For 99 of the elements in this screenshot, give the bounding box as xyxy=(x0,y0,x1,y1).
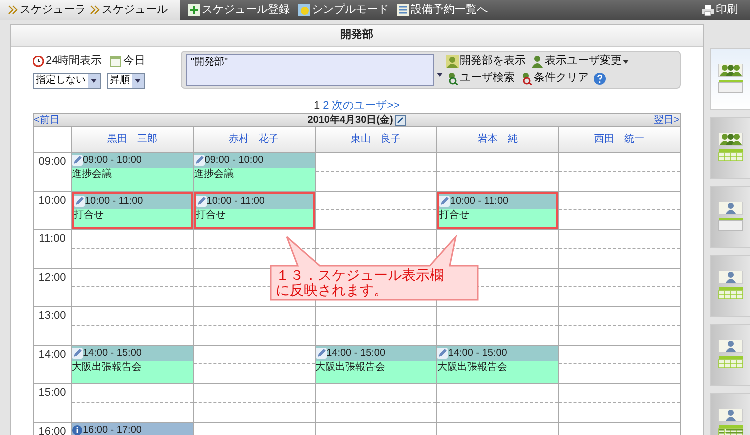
user-group-icon xyxy=(446,55,459,68)
user-clear-icon xyxy=(520,72,533,85)
filter-action-button[interactable]: 条件クリア xyxy=(534,70,589,87)
hour-label: 15:00 xyxy=(38,386,66,401)
pencil-icon xyxy=(439,196,450,206)
filter-action-button[interactable]: 開発部を表示 xyxy=(460,53,526,70)
current-page: 1 xyxy=(314,98,320,114)
callout-text: １３．スケジュール表示欄 に反映されます。 xyxy=(276,268,445,298)
panel-title: 開発部 xyxy=(340,28,374,44)
user-name-link[interactable]: 岩本 純 xyxy=(478,132,518,147)
filter-action-button[interactable]: 表示ユーザ変更 xyxy=(545,53,622,70)
order-select[interactable]: 昇順 xyxy=(107,72,145,88)
calendar-date: 2010年4月30日(金) xyxy=(308,114,394,128)
hour-label: 11:00 xyxy=(39,232,66,247)
hours24-toggle[interactable]: 24時間表示 xyxy=(46,53,102,70)
print-link[interactable]: 印刷 xyxy=(716,2,738,18)
schedule-event[interactable]: 14:00 - 15:00 大阪出張報告会 xyxy=(437,346,558,383)
hour-label: 10:00 xyxy=(38,194,66,208)
hour-label: 16:00 xyxy=(38,424,66,435)
user-name-link[interactable]: 東山 良子 xyxy=(350,132,401,147)
group-calendar-icon xyxy=(717,133,745,163)
schedule-event[interactable]: 10:00 - 11:00 打合せ xyxy=(72,192,193,229)
toolbar-link[interactable]: スケジュール登録 xyxy=(202,2,290,18)
mode-icon xyxy=(298,4,310,16)
schedule-event[interactable]: 09:00 - 10:00 進捗会議 xyxy=(72,153,193,190)
chevron-icon xyxy=(90,5,100,15)
page-link[interactable]: 次のユーザ>> xyxy=(332,98,400,114)
help-icon[interactable] xyxy=(594,72,606,84)
hour-label: 13:00 xyxy=(38,309,66,324)
event-title: 大阪出張報告会 xyxy=(437,360,508,374)
event-time: 09:00 - 10:00 xyxy=(204,154,264,168)
hour-label: 09:00 xyxy=(38,155,66,170)
schedule-event[interactable]: 10:00 - 11:00 打合せ xyxy=(194,192,315,229)
user-filter-field[interactable]: "開発部" xyxy=(186,54,434,86)
event-title: 打合せ xyxy=(439,208,470,222)
event-time: 10:00 - 11:00 xyxy=(450,194,509,208)
schedule-event[interactable]: 10:00 - 11:00 打合せ xyxy=(437,192,558,229)
user-name-link[interactable]: 西田 統一 xyxy=(594,132,645,147)
pencil-icon xyxy=(72,155,83,166)
schedule-event[interactable]: 16:00 - 17:00 xyxy=(72,422,193,435)
event-title: 進捗会議 xyxy=(72,168,113,182)
schedule-event[interactable]: 09:00 - 10:00 進捗会議 xyxy=(194,153,315,190)
pencil-icon xyxy=(74,196,85,206)
person-calendar-icon xyxy=(717,271,745,301)
dropdown-arrow-icon xyxy=(91,78,97,82)
event-time: 14:00 - 15:00 xyxy=(448,346,508,360)
filter-select[interactable]: 指定しない xyxy=(33,72,101,88)
person-calendar-icon xyxy=(717,340,745,370)
dropdown-arrow-icon xyxy=(437,73,443,77)
event-time: 10:00 - 11:00 xyxy=(206,194,265,208)
view-tab[interactable] xyxy=(710,48,750,110)
clock-icon xyxy=(33,56,44,67)
toolbar-link[interactable]: シンプルモード xyxy=(312,2,389,18)
list-icon xyxy=(397,4,409,16)
today-link[interactable]: 今日 xyxy=(123,53,146,70)
person-calendar-icon xyxy=(717,202,745,232)
pencil-icon xyxy=(316,348,327,358)
next-day-link[interactable]: 翌日> xyxy=(654,112,680,128)
event-time: 10:00 - 11:00 xyxy=(85,194,144,208)
event-title: 進捗会議 xyxy=(194,168,235,182)
calendar-picker-icon[interactable] xyxy=(395,114,406,126)
pencil-icon xyxy=(72,348,83,358)
schedule-event[interactable]: 14:00 - 15:00 大阪出張報告会 xyxy=(316,346,436,383)
filter-action-button[interactable]: ユーザ検索 xyxy=(460,70,515,87)
page-link[interactable]: 2 xyxy=(323,98,330,114)
view-tab[interactable] xyxy=(710,186,750,248)
prev-day-link[interactable]: <前日 xyxy=(34,112,60,128)
caret-icon xyxy=(623,60,629,64)
printer-icon xyxy=(702,4,714,16)
group-calendar-icon xyxy=(717,64,745,94)
breadcrumb-link[interactable]: スケジューラ xyxy=(20,2,86,18)
user-icon xyxy=(531,55,544,68)
user-search-icon xyxy=(446,72,459,85)
event-time: 09:00 - 10:00 xyxy=(83,154,142,168)
pencil-icon xyxy=(437,348,448,358)
toolbar-link[interactable]: 設備予約一覧へ xyxy=(411,2,488,18)
dropdown-arrow-icon xyxy=(135,78,141,82)
view-tab[interactable] xyxy=(710,255,750,317)
pencil-icon xyxy=(194,155,205,166)
event-title: 大阪出張報告会 xyxy=(316,360,387,374)
event-title: 打合せ xyxy=(196,208,227,222)
add-icon xyxy=(188,4,200,16)
pencil-icon xyxy=(196,196,207,206)
schedule-event[interactable]: 14:00 - 15:00 大阪出張報告会 xyxy=(72,346,193,383)
calendar-icon xyxy=(110,56,122,67)
hour-label: 12:00 xyxy=(38,270,66,286)
hour-label: 14:00 xyxy=(38,348,66,362)
event-title: 打合せ xyxy=(74,208,105,222)
chevron-icon xyxy=(8,5,18,15)
user-name-link[interactable]: 黒田 三郎 xyxy=(107,132,158,147)
user-name-link[interactable]: 赤村 花子 xyxy=(229,132,280,147)
event-title: 大阪出張報告会 xyxy=(72,360,143,374)
person-calendar-icon xyxy=(717,409,745,435)
view-tab[interactable] xyxy=(710,324,750,386)
view-tab[interactable] xyxy=(710,117,750,179)
event-time: 14:00 - 15:00 xyxy=(326,346,386,360)
event-time: 16:00 - 17:00 xyxy=(83,424,142,435)
event-time: 14:00 - 15:00 xyxy=(83,346,142,360)
breadcrumb-link[interactable]: スケジュール xyxy=(102,2,168,18)
